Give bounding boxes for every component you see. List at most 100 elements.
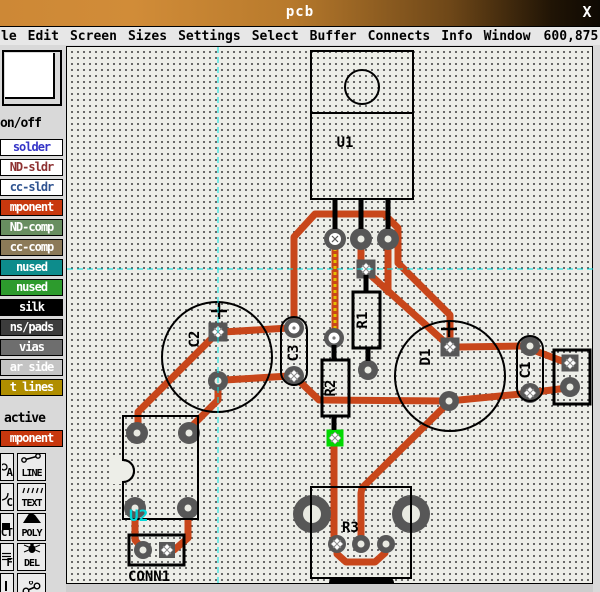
layer-button-nd-sldr-1[interactable]: ND-sldr (0, 159, 63, 176)
pcb-canvas[interactable]: U1R1R2C2D1C3C1CONN2U2CONN1R3 (66, 46, 593, 584)
tool-button-line[interactable]: LINE (17, 453, 46, 481)
menu-item-buffer[interactable]: Buffer (310, 29, 357, 44)
tool-button-del[interactable]: DEL (17, 543, 46, 571)
tool-button-clipped-3[interactable]: F (0, 543, 14, 571)
layer-button-list: solder ND-sldr cc-sldr mponent ND-comp cc-com… (0, 139, 66, 399)
poly-icon (21, 513, 43, 528)
trace-net-r1-d1[interactable] (366, 271, 448, 345)
thermal-icon (20, 580, 43, 592)
pad-26[interactable] (352, 535, 370, 553)
menu-item-connects[interactable]: Connects (368, 29, 431, 44)
component-R2[interactable]: R2 (322, 345, 349, 430)
tool-button-clipped-2[interactable]: CT (0, 513, 14, 541)
layer-button-ns-pads-9[interactable]: ns/pads (0, 319, 63, 336)
menu-item-screen[interactable]: Screen (70, 29, 117, 44)
pad-11[interactable] (441, 338, 460, 357)
layer-button-nd-comp-4[interactable]: ND-comp (0, 219, 63, 236)
onoff-label: on/off (0, 116, 41, 131)
pcb-application-window: pcb X le Edit Screen Sizes Settings Select Buf… (0, 0, 600, 592)
cursor-coordinates: 600,875 (544, 29, 599, 44)
component-label-C3: C3 (286, 345, 302, 362)
window-title: pcb (0, 4, 600, 20)
pad-16[interactable] (560, 377, 580, 397)
layer-button-cc-sldr-2[interactable]: cc-sldr (0, 179, 63, 196)
component-label-U1: U1 (337, 135, 354, 151)
component-label-R1: R1 (355, 312, 371, 329)
pad-12[interactable] (439, 391, 459, 411)
pad-6[interactable] (327, 430, 344, 447)
pad-25[interactable] (328, 535, 346, 553)
pad-0[interactable] (324, 228, 346, 250)
menu-item-edit[interactable]: Edit (28, 29, 59, 44)
tool-button-clipped-0[interactable]: A (0, 453, 14, 481)
tool-label-fragment: CT (1, 526, 12, 539)
menu-item-select[interactable]: Select (252, 29, 299, 44)
layer-button-nused-6[interactable]: nused (0, 259, 63, 276)
layer-button-ar-side-11[interactable]: ar side (0, 359, 63, 376)
pad-22[interactable] (159, 542, 175, 558)
layer-button-cc-comp-5[interactable]: cc-comp (0, 239, 63, 256)
tool-button-poly[interactable]: POLY (17, 513, 46, 541)
active-label: active (4, 411, 45, 426)
pcb-drawing[interactable]: U1R1R2C2D1C3C1CONN2U2CONN1R3 (67, 47, 594, 585)
title-bar[interactable]: pcb X (0, 0, 600, 27)
active-layer-button[interactable]: mponent (0, 430, 63, 447)
trace-net-c2-c3-bot[interactable] (225, 376, 289, 380)
trace-net-d1-c1[interactable] (458, 346, 521, 347)
component-label-CONN1: CONN1 (128, 569, 170, 585)
pad-4[interactable] (358, 360, 378, 380)
tool-button-text[interactable]: TEXT (17, 483, 46, 511)
trace-net-c2-c3-top[interactable] (223, 328, 289, 332)
layer-button-nused-7[interactable]: nused (0, 279, 63, 296)
layout-preview-thumbnail[interactable] (2, 50, 62, 106)
tool-grid: A LINE C TEXT CT POLY F DEL (0, 453, 66, 592)
component-label-C1: C1 (518, 362, 534, 379)
tool-button-clipped-1[interactable]: C (0, 483, 14, 511)
right-border (593, 46, 600, 592)
pad-1[interactable] (350, 228, 372, 250)
pad-27[interactable] (377, 535, 395, 553)
del-icon (22, 543, 42, 558)
component-U1[interactable]: U1 (311, 51, 413, 229)
component-R1[interactable]: R1 (353, 275, 380, 361)
tool-button-clipped-4[interactable] (0, 573, 14, 592)
component-label-C2: C2 (187, 331, 203, 348)
component-label-R3: R3 (342, 520, 359, 536)
preview-page (5, 53, 55, 99)
component-label-R2: R2 (323, 380, 339, 397)
layer-button-silk-8[interactable]: silk (0, 299, 63, 316)
pad-18[interactable] (178, 422, 200, 444)
pad-2[interactable] (377, 228, 399, 250)
pad-15[interactable] (562, 355, 579, 372)
rot-icon (4, 576, 12, 592)
sidebar: on/off solder ND-sldr cc-sldr mponent ND-com… (0, 45, 66, 592)
menu-bar: le Edit Screen Sizes Settings Select Buffer Con… (0, 27, 600, 45)
text-icon (20, 483, 44, 498)
pad-21[interactable] (134, 541, 152, 559)
pad-9[interactable] (284, 318, 304, 338)
menu-item-sizes[interactable]: Sizes (128, 29, 167, 44)
tool-button-thermal[interactable] (17, 573, 46, 592)
tool-label: DEL (24, 558, 39, 569)
tool-label-fragment: C (6, 496, 12, 509)
close-button[interactable]: X (578, 3, 596, 22)
layer-button-solder-0[interactable]: solder (0, 139, 63, 156)
menu-item-info[interactable]: Info (441, 29, 472, 44)
pad-17[interactable] (126, 422, 148, 444)
tool-label-fragment: F (6, 556, 12, 569)
menu-item-window[interactable]: Window (484, 29, 531, 44)
layer-button-vias-10[interactable]: vias (0, 339, 63, 356)
component-label-D1: D1 (418, 349, 434, 366)
tool-label: POLY (21, 528, 41, 539)
tool-label: LINE (21, 468, 41, 479)
pad-20[interactable] (177, 497, 199, 519)
menu-item-le[interactable]: le (1, 29, 17, 44)
tool-label: TEXT (21, 498, 41, 509)
component-label-U2: U2 (129, 506, 148, 525)
tool-label-fragment: A (6, 466, 12, 479)
line-icon (20, 453, 43, 468)
menu-item-settings[interactable]: Settings (178, 29, 241, 44)
layer-button-t-lines-12[interactable]: t lines (0, 379, 63, 396)
layer-button-mponent-3[interactable]: mponent (0, 199, 63, 216)
bottom-border (66, 584, 600, 592)
